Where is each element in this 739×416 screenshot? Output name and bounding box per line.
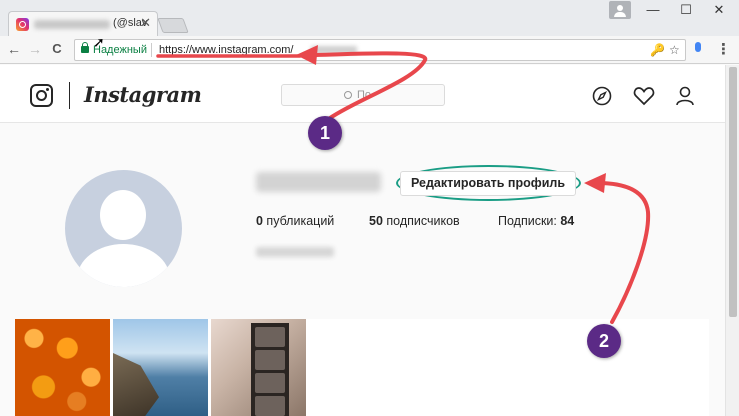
key-icon[interactable]: 🔑 [650,43,665,57]
instagram-page: Instagram По Редактировать профиль 0 пуб… [0,65,725,416]
microphone-icon[interactable] [695,42,701,52]
forward-button[interactable]: → [26,41,44,57]
followers-count: 50 [369,214,383,228]
followers-stat[interactable]: 50 подписчиков [369,214,460,228]
following-count: 84 [560,214,575,228]
reload-button[interactable]: C [48,41,66,56]
edit-profile-button[interactable]: Редактировать профиль [400,171,576,196]
explore-compass-icon[interactable] [592,86,612,106]
post-thumbnail-coast[interactable] [113,319,208,416]
post-thumbnail-photostrip[interactable] [211,319,306,416]
logo-divider [69,82,70,109]
profile-user-icon[interactable] [675,86,695,106]
minimize-button[interactable]: — [638,2,668,17]
address-bar[interactable]: Надежный https://www.instagram.com/ 🔑 ☆ [74,39,686,61]
posts-count-stat: 0 публикаций [256,214,334,228]
browser-tabstrip: (@slav ✕ — ☐ ✕ [0,0,739,36]
search-icon [344,91,352,99]
followers-label: подписчиков [382,214,460,228]
browser-menu-icon[interactable]: ⋮ [716,40,731,58]
posts-count: 0 [256,214,263,228]
browser-tab[interactable]: (@slav ✕ [8,11,158,36]
username-redacted [256,172,381,192]
post-thumbnail-oranges[interactable] [15,319,110,416]
close-window-button[interactable]: ✕ [704,2,734,18]
following-stat[interactable]: Подписки: 84 [498,214,574,228]
search-placeholder: По [357,89,372,101]
url-path-redacted [311,46,357,54]
bookmark-star-icon[interactable]: ☆ [669,43,680,57]
mouse-cursor-icon: ➚ [93,34,105,50]
coast-cliff-shape [113,353,159,416]
address-divider [151,43,152,57]
activity-heart-icon[interactable] [633,86,655,106]
profile-avatar[interactable] [65,170,182,287]
new-tab-button[interactable] [157,18,189,33]
maximize-button[interactable]: ☐ [671,2,701,18]
posts-label: публикаций [262,214,335,228]
instagram-wordmark[interactable]: Instagram [84,82,202,107]
back-button[interactable]: ← [5,41,23,57]
instagram-logo-icon[interactable] [30,84,53,107]
page-scrollbar[interactable] [725,65,739,416]
step-1-badge: 1 [308,116,342,150]
full-name-redacted [256,247,334,257]
instagram-favicon-icon [16,18,29,31]
step-2-badge: 2 [587,324,621,358]
scrollbar-thumb[interactable] [729,67,737,317]
photostrip-shape [251,323,289,416]
tab-close-icon[interactable]: ✕ [140,15,151,31]
browser-profile-icon[interactable] [609,1,631,19]
tab-title-redacted [34,20,110,29]
search-input[interactable]: По [281,84,445,106]
browser-toolbar: ← → C Надежный https://www.instagram.com… [0,36,739,64]
avatar-body-shape [77,244,170,287]
lock-icon [81,42,89,53]
following-label: Подписки: [498,214,561,228]
instagram-header: Instagram По [0,65,725,123]
url-text[interactable]: https://www.instagram.com/ [159,44,294,56]
avatar-head-shape [100,190,146,240]
